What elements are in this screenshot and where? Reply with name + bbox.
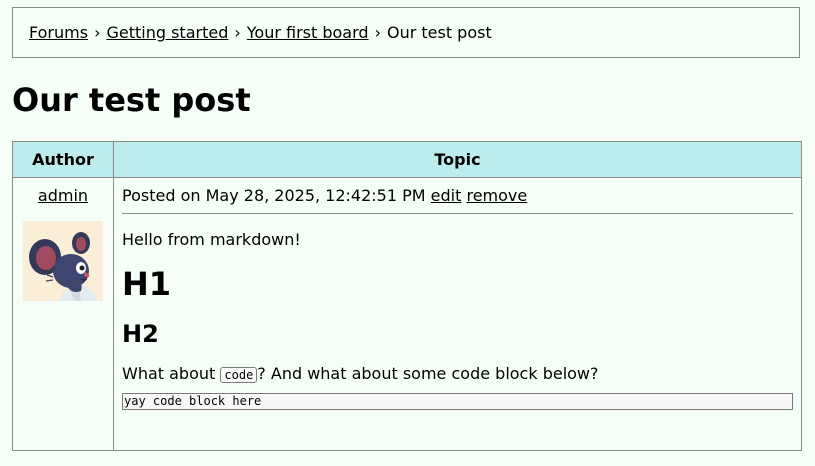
author-link[interactable]: admin xyxy=(13,186,113,206)
breadcrumb-link-forums[interactable]: Forums xyxy=(29,23,88,42)
post-meta: Posted on May 28, 2025, 12:42:51 PM edit… xyxy=(122,186,793,214)
breadcrumb-separator: › xyxy=(234,23,241,42)
breadcrumb: Forums › Getting started › Your first bo… xyxy=(12,7,800,58)
post-heading-1: H1 xyxy=(122,265,172,303)
author-cell: admin xyxy=(12,177,114,451)
avatar xyxy=(23,221,103,301)
breadcrumb-current: Our test post xyxy=(386,23,492,42)
paragraph-text-after: ? And what about some code block below? xyxy=(257,364,599,383)
inline-code: code xyxy=(220,367,258,383)
post-row: admin Posted on May 28, 2025, 12:42:51 P… xyxy=(12,177,802,451)
breadcrumb-separator: › xyxy=(374,23,381,42)
breadcrumb-link-your-first-board[interactable]: Your first board xyxy=(247,23,369,42)
paragraph-text-before: What about xyxy=(122,364,216,383)
code-block: yay code block here xyxy=(122,393,793,410)
breadcrumb-separator: › xyxy=(94,23,101,42)
topic-cell: Posted on May 28, 2025, 12:42:51 PM edit… xyxy=(113,177,802,451)
post-heading-2: H2 xyxy=(122,320,159,348)
edit-link[interactable]: edit xyxy=(431,186,462,205)
posted-prefix: Posted on xyxy=(122,186,201,205)
post-paragraph: Hello from markdown! xyxy=(122,230,301,249)
table-header-row: Author Topic xyxy=(12,141,802,178)
mouse-avatar-icon xyxy=(23,221,103,301)
post-table: Author Topic admin Posted on May 28, 202… xyxy=(12,141,802,451)
remove-link[interactable]: remove xyxy=(466,186,527,205)
page-title: Our test post xyxy=(12,81,251,119)
post-timestamp: May 28, 2025, 12:42:51 PM xyxy=(205,186,426,205)
post-paragraph-2: What about code? And what about some cod… xyxy=(122,364,793,385)
author-column-header: Author xyxy=(12,141,114,178)
breadcrumb-link-getting-started[interactable]: Getting started xyxy=(106,23,228,42)
topic-column-header: Topic xyxy=(113,141,802,178)
